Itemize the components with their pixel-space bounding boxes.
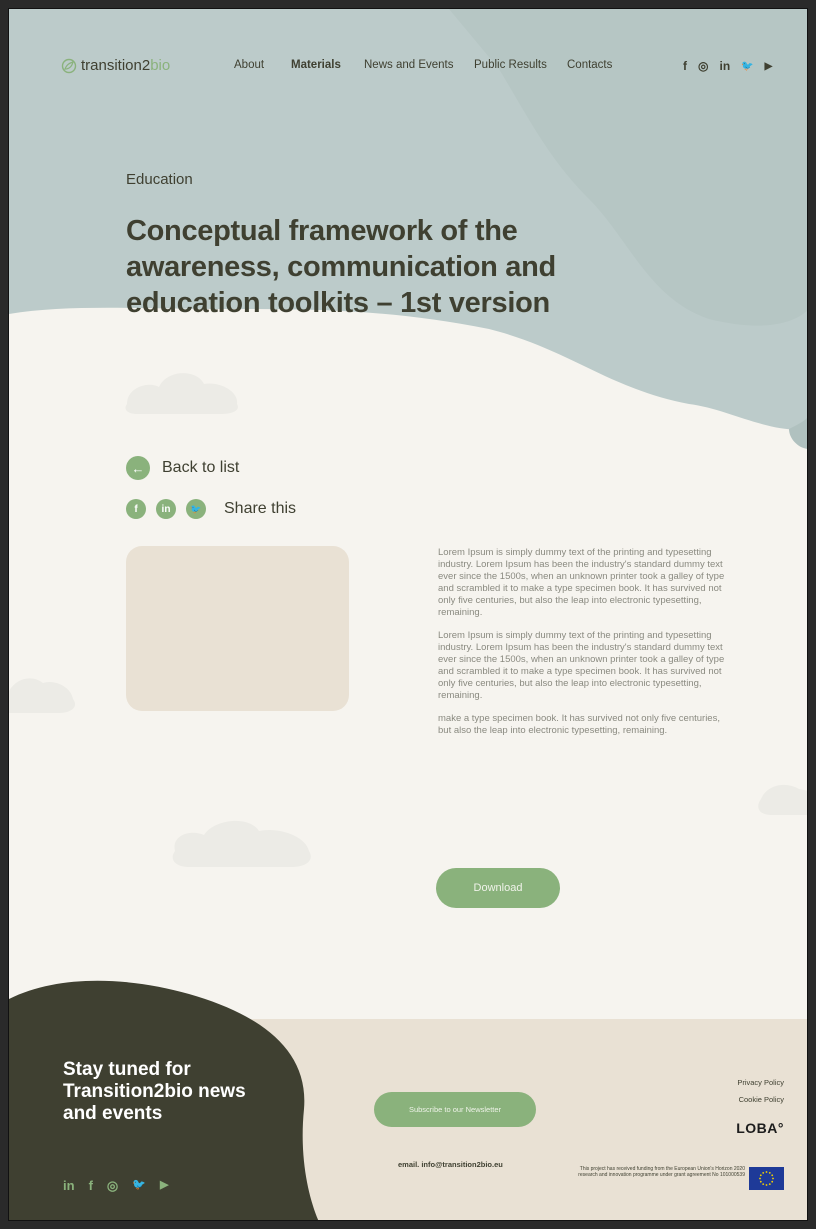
footer-youtube-icon[interactable]: ▶ (160, 1178, 168, 1194)
facebook-icon[interactable]: f (683, 59, 687, 73)
brand-name-part2: bio (150, 57, 171, 74)
nav-news-events[interactable]: News and Events (364, 59, 454, 71)
linkedin-icon[interactable]: in (719, 59, 730, 73)
privacy-policy-link[interactable]: Privacy Policy (649, 1074, 784, 1091)
eu-flag-icon (749, 1167, 784, 1190)
article-image-placeholder (126, 546, 349, 711)
download-button[interactable]: Download (436, 868, 560, 908)
back-to-list-link[interactable]: ← Back to list (126, 456, 239, 480)
footer-instagram-icon[interactable]: ◎ (107, 1178, 118, 1194)
loba-logo[interactable]: LOBA° (709, 1120, 784, 1136)
category-label: Education (126, 171, 193, 188)
nav-materials[interactable]: Materials (291, 59, 341, 71)
page: transition2 bio About Materials News and … (8, 8, 808, 1221)
article-paragraph: Lorem Ipsum is simply dummy text of the … (438, 547, 725, 618)
article-body: Lorem Ipsum is simply dummy text of the … (438, 547, 728, 748)
footer-twitter-icon[interactable]: 🐦 (132, 1178, 146, 1194)
header-social: f ◎ in 🐦 ▶ (683, 59, 772, 73)
funding-notice: This project has received funding from t… (578, 1166, 745, 1178)
contact-email[interactable]: email. info@transition2bio.eu (398, 1160, 503, 1169)
brand-logo[interactable]: transition2 bio (61, 57, 170, 74)
nav-about[interactable]: About (234, 59, 264, 71)
footer-headline: Stay tuned for Transition2bio news and e… (63, 1059, 246, 1124)
twitter-icon[interactable]: 🐦 (741, 61, 753, 72)
policy-links: Privacy Policy Cookie Policy (649, 1074, 784, 1108)
subscribe-newsletter-button[interactable]: Subscribe to our Newsletter (374, 1092, 536, 1127)
footer-facebook-icon[interactable]: f (89, 1178, 93, 1194)
article-paragraph: Lorem Ipsum is simply dummy text of the … (438, 630, 725, 701)
leaf-bubble-icon (61, 58, 77, 73)
footer-social: in f ◎ 🐦 ▶ (63, 1178, 168, 1194)
page-title: Conceptual framework of the awareness, c… (126, 215, 556, 319)
share-linkedin-icon[interactable]: in (156, 499, 176, 519)
top-nav: transition2 bio About Materials News and … (9, 9, 807, 119)
arrow-left-icon: ← (126, 456, 150, 480)
footer-linkedin-icon[interactable]: in (63, 1178, 75, 1194)
share-twitter-icon[interactable]: 🐦 (186, 499, 206, 519)
brand-name-part1: transition2 (81, 57, 151, 74)
youtube-icon[interactable]: ▶ (765, 61, 773, 72)
share-bar: f in 🐦 Share this (126, 499, 296, 519)
instagram-icon[interactable]: ◎ (698, 59, 708, 73)
share-facebook-icon[interactable]: f (126, 499, 146, 519)
nav-contacts[interactable]: Contacts (567, 59, 612, 71)
back-to-list-label: Back to list (162, 459, 240, 476)
article-paragraph: make a type specimen book. It has surviv… (438, 713, 720, 736)
share-label: Share this (224, 500, 297, 517)
nav-public-results[interactable]: Public Results (474, 59, 547, 71)
cookie-policy-link[interactable]: Cookie Policy (649, 1091, 784, 1108)
